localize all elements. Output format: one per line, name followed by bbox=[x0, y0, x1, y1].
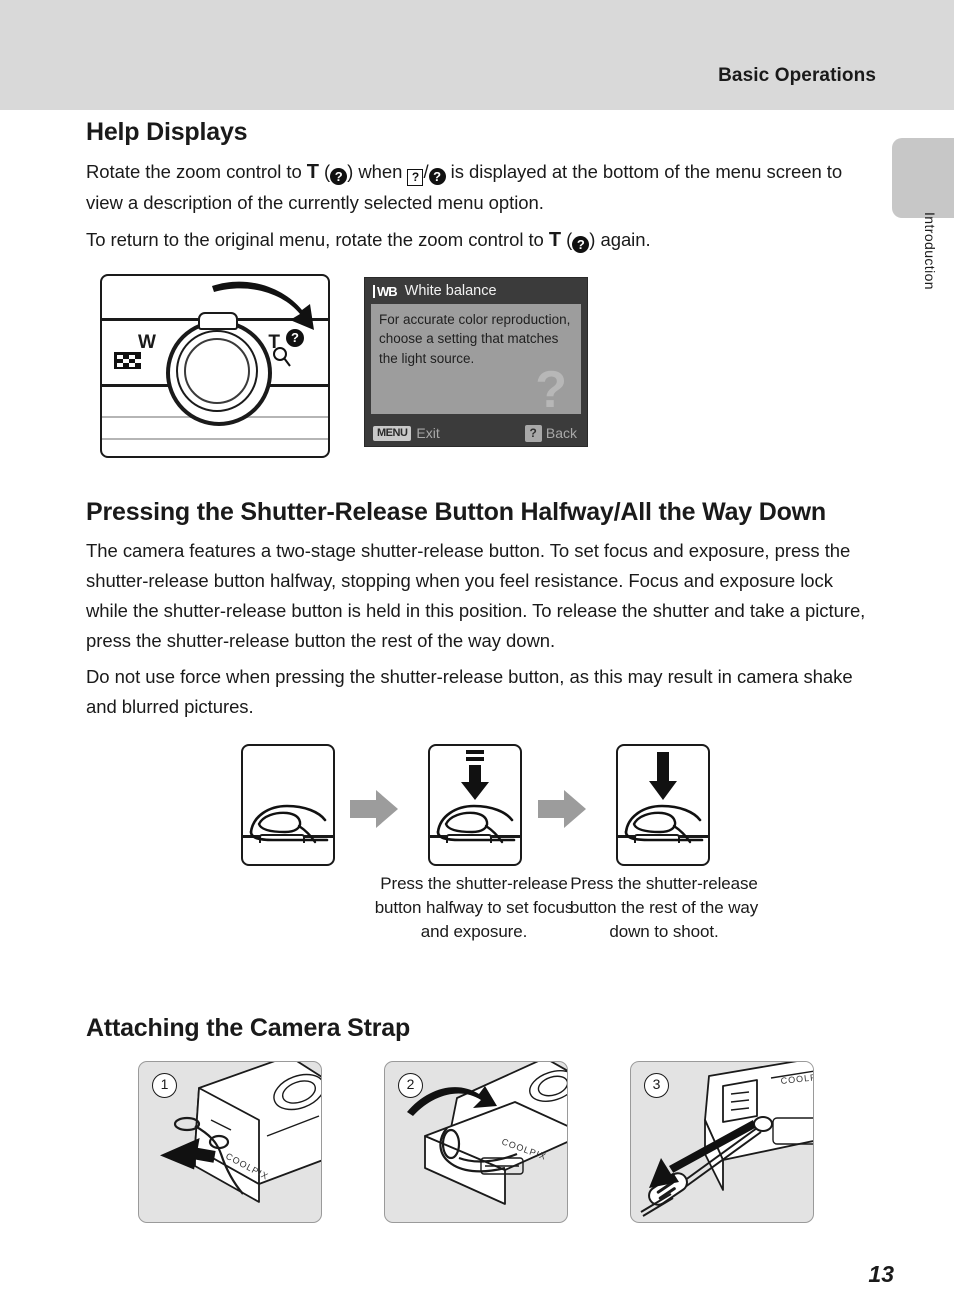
help-filled-icon-3: ? bbox=[572, 235, 590, 253]
figure-strap-steps: 1 COOLPIX 2 COOLPIX 3 COOLPIX bbox=[86, 1061, 866, 1233]
wide-label: W bbox=[138, 332, 156, 354]
section-title-strap: Attaching the Camera Strap bbox=[86, 1013, 411, 1042]
shutter-panel-rest bbox=[241, 743, 335, 866]
sequence-arrow-icon-2 bbox=[536, 788, 588, 835]
help-displays-paragraph-1: Rotate the zoom control to T (?) when ? /… bbox=[86, 156, 866, 218]
thumbnail-view-icon bbox=[114, 352, 141, 370]
zoom-lever-nub bbox=[198, 312, 238, 331]
figure-zoom-and-lcd: W T ? WB White balance For accurate colo… bbox=[86, 274, 866, 464]
strap-step-panel-1: 1 COOLPIX bbox=[138, 1061, 322, 1224]
shutter-caption-full: Press the shutter-release button the res… bbox=[569, 873, 759, 941]
menu-button-icon: MENU bbox=[373, 425, 412, 441]
section-title-shutter: Pressing the Shutter-Release Button Half… bbox=[86, 498, 826, 527]
lcd-back-action[interactable]: ? Back bbox=[524, 424, 577, 442]
text-fragment: Rotate the zoom control to bbox=[86, 160, 307, 182]
step-number-badge: 1 bbox=[152, 1073, 177, 1099]
finger-illustration bbox=[436, 804, 516, 843]
lcd-back-label: Back bbox=[545, 425, 577, 442]
help-displays-paragraph-2: To return to the original menu, rotate t… bbox=[86, 224, 866, 256]
zoom-control-illustration: W T ? bbox=[100, 274, 330, 459]
lcd-exit-label: Exit bbox=[416, 425, 440, 442]
strap-step-panel-3: 3 COOLPIX bbox=[630, 1061, 814, 1224]
shutter-panel-halfway bbox=[428, 743, 522, 866]
help-boxed-icon: ? bbox=[407, 168, 424, 186]
page-header-band bbox=[0, 0, 954, 110]
page-number: 13 bbox=[868, 1261, 894, 1287]
shutter-panel-full-press bbox=[616, 743, 710, 866]
lcd-title-bar: WB White balance bbox=[365, 278, 587, 304]
lcd-title: White balance bbox=[404, 283, 497, 300]
shutter-paragraph-2: Do not use force when pressing the shutt… bbox=[86, 665, 853, 717]
text-fragment: ( bbox=[318, 160, 331, 182]
lcd-footer-bar: MENU Exit ? Back bbox=[365, 420, 587, 446]
chapter-tab-label: Introduction bbox=[922, 212, 938, 290]
white-balance-icon: WB bbox=[373, 284, 398, 298]
help-button-icon: ? bbox=[524, 424, 542, 442]
tele-label-inline: T bbox=[306, 160, 319, 183]
lcd-help-screen: WB White balance For accurate color repr… bbox=[364, 277, 588, 448]
page-content: Help Displays Rotate the zoom control to… bbox=[86, 118, 866, 1233]
step-number-badge: 3 bbox=[644, 1073, 669, 1099]
lcd-description-area: For accurate color reproduction, choose … bbox=[371, 304, 581, 420]
lcd-description-text: For accurate color reproduction, choose … bbox=[379, 312, 571, 366]
magnify-icon bbox=[272, 346, 292, 373]
text-fragment: / bbox=[423, 160, 429, 182]
shutter-paragraph-1: The camera features a two-stage shutter-… bbox=[86, 539, 866, 651]
finger-illustration bbox=[624, 804, 704, 843]
help-filled-icon-2: ? bbox=[428, 167, 446, 185]
lcd-exit-action[interactable]: MENU Exit bbox=[365, 425, 440, 441]
help-filled-icon: ? bbox=[330, 167, 348, 185]
chapter-thumb-tab bbox=[892, 138, 954, 218]
help-watermark-icon: ? bbox=[535, 361, 567, 420]
step-number-badge: 2 bbox=[398, 1073, 423, 1099]
running-header-title: Basic Operations bbox=[718, 65, 876, 86]
zoom-ring-core bbox=[184, 338, 250, 405]
figure-shutter-sequence: Press the shutter-release button halfway… bbox=[86, 743, 866, 984]
text-fragment: ( bbox=[561, 228, 573, 250]
text-fragment: To return to the original menu, rotate t… bbox=[86, 228, 549, 250]
shutter-caption-halfway: Press the shutter-release button halfway… bbox=[374, 873, 574, 941]
camera-edge-line bbox=[102, 438, 328, 441]
finger-illustration bbox=[249, 804, 329, 843]
strap-step-panel-2: 2 COOLPIX bbox=[384, 1061, 568, 1224]
text-fragment: ) again. bbox=[589, 228, 651, 250]
section-title-help-displays: Help Displays bbox=[86, 118, 248, 146]
text-fragment: ) when bbox=[347, 160, 408, 182]
sequence-arrow-icon-1 bbox=[348, 788, 400, 835]
tele-label-inline-2: T bbox=[548, 228, 562, 251]
